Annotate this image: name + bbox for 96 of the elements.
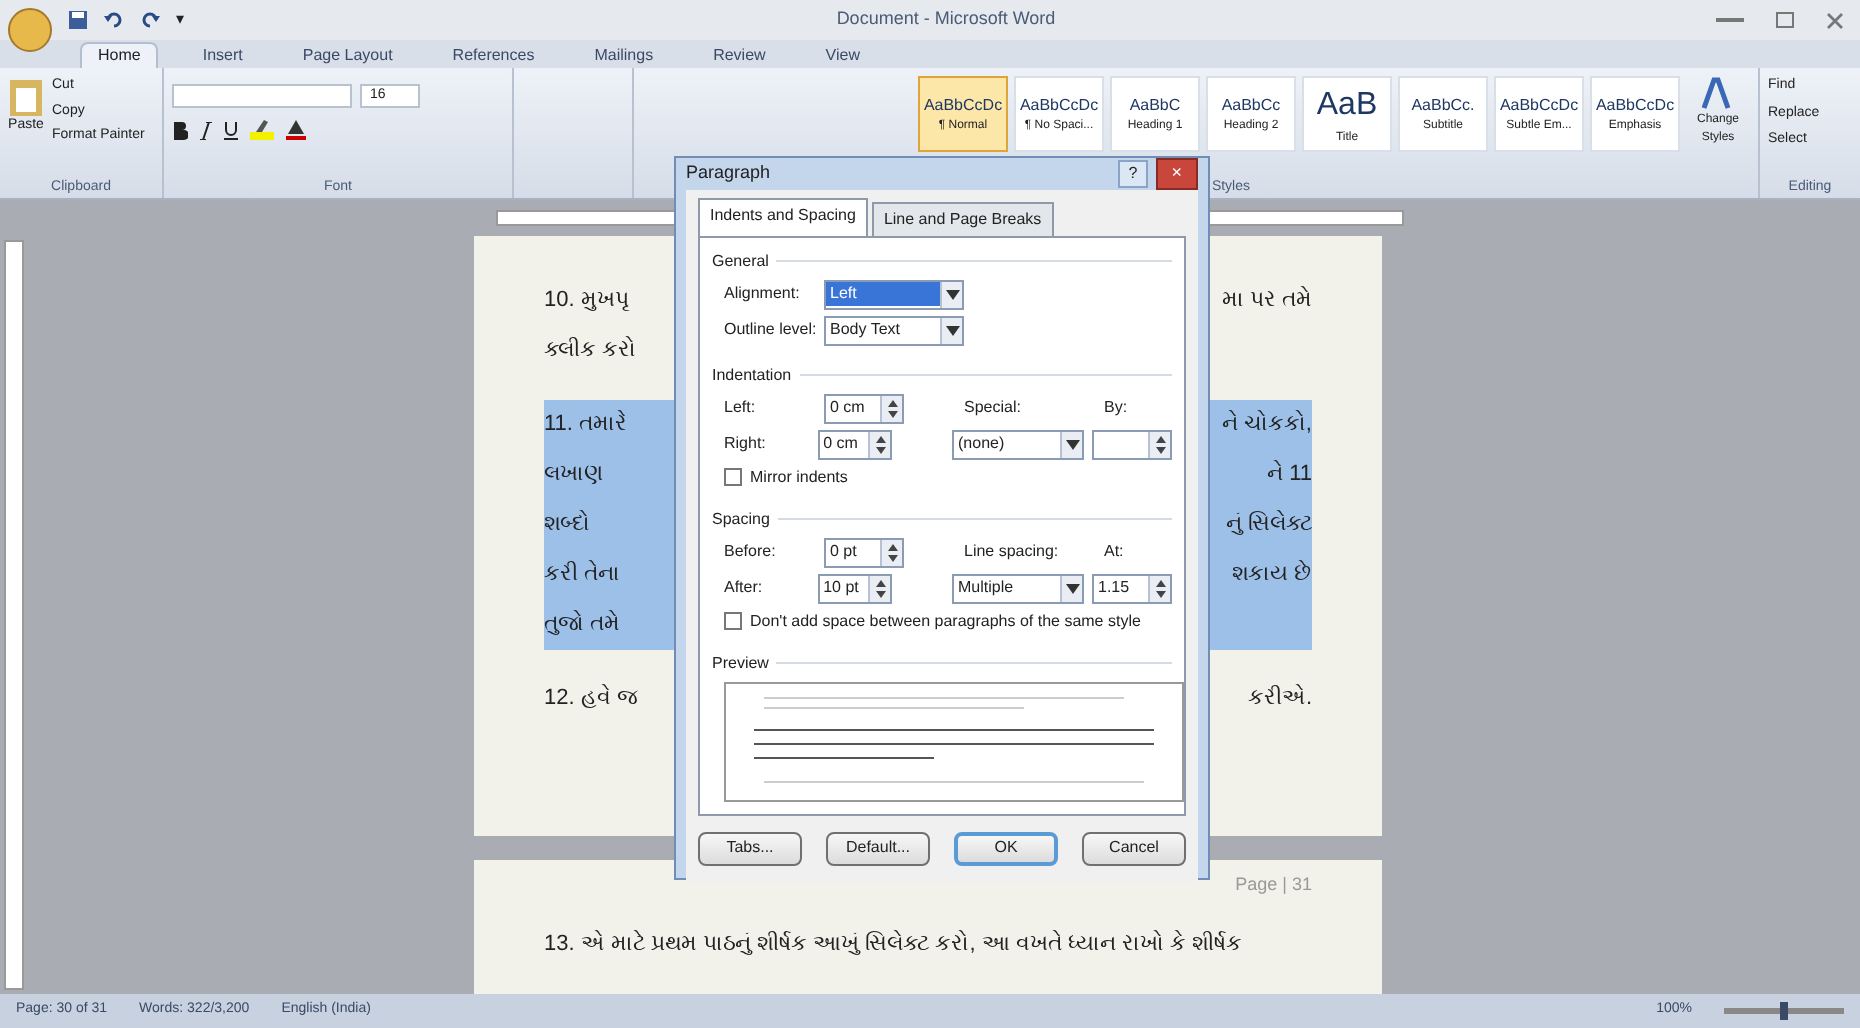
field-label: Outline level: <box>724 318 819 342</box>
alignment-dropdown[interactable]: Left <box>824 279 964 309</box>
save-icon[interactable] <box>68 10 88 30</box>
dropdown-arrow-icon <box>945 325 959 335</box>
underline-icon[interactable] <box>224 121 238 139</box>
spinner-icon <box>875 579 885 597</box>
document-text: કરી તેના <box>544 558 621 591</box>
document-text: 12. હવે જ <box>544 682 637 715</box>
document-text: 11. તમારે <box>544 408 628 441</box>
indent-left-spinner[interactable]: 0 cm <box>824 393 904 423</box>
field-label: Line spacing: <box>964 540 1061 564</box>
customize-toolbar-button[interactable]: ▾ <box>176 8 184 32</box>
page-number: Page | 31 <box>1235 872 1312 898</box>
special-dropdown[interactable]: (none) <box>952 429 1084 459</box>
highlighter-icon[interactable] <box>250 120 274 140</box>
document-text: મા પર તમે <box>1221 284 1312 317</box>
dropdown-arrow-icon <box>945 289 959 299</box>
checkbox[interactable] <box>724 468 742 486</box>
field-label: Alignment: <box>724 282 802 306</box>
undo-icon[interactable] <box>104 10 124 30</box>
dropdown-arrow-icon <box>1065 439 1079 449</box>
by-spinner[interactable] <box>1092 429 1172 459</box>
style-sample: AaBbCc. <box>1411 93 1475 117</box>
font-name-field[interactable] <box>172 84 352 108</box>
style-sample: AaBbCcDc <box>923 93 1003 117</box>
spinner-icon <box>887 543 897 561</box>
office-button[interactable] <box>8 8 52 52</box>
field-label: At: <box>1104 540 1124 564</box>
style-sample: AaBbCcDc <box>1499 93 1579 117</box>
field-label: Special: <box>964 396 1023 420</box>
spacing-after-spinner[interactable]: 10 pt <box>817 573 892 603</box>
dropdown-arrow-icon <box>1065 583 1079 593</box>
italic-icon[interactable] <box>200 121 212 139</box>
spinner-icon <box>887 399 897 417</box>
document-text: ને 11 <box>1267 458 1312 491</box>
dialog-title: Paragraph <box>686 160 773 186</box>
outline-level-dropdown[interactable]: Body Text <box>824 315 964 345</box>
zoom-slider[interactable] <box>1724 1008 1844 1014</box>
at-spinner[interactable]: 1.15 <box>1092 573 1172 603</box>
ribbon-tab[interactable]: Home <box>80 42 159 68</box>
document-text: 13. એ માટે પ્રથમ પાઠનું શીર્ષક આખું સિલેક્ટ કરો, આ વખતે ધ્યાન રાખો કે શીર્ષક <box>544 928 1245 959</box>
document-text: કરીએ. <box>1247 682 1312 715</box>
ribbon-tab[interactable]: Insert <box>186 42 259 68</box>
close-button[interactable]: × <box>1155 158 1198 189</box>
document-text: ને ચોકકો, <box>1221 408 1312 441</box>
clipboard-icon <box>8 76 44 116</box>
help-button[interactable]: ? <box>1118 159 1148 188</box>
maximize-button[interactable] <box>1776 12 1794 28</box>
spinner-icon <box>875 435 885 453</box>
ribbon-tab[interactable]: References <box>436 42 551 68</box>
document-text: નું સિલેક્ટ <box>1225 508 1312 541</box>
section-heading: Indentation <box>712 363 792 387</box>
checkbox[interactable] <box>724 612 742 630</box>
spacing-before-spinner[interactable]: 0 pt <box>824 537 904 567</box>
style-sample: AaBbC <box>1129 93 1181 117</box>
close-icon[interactable] <box>1826 11 1844 29</box>
section-heading: Spacing <box>712 507 770 531</box>
ribbon-tab[interactable]: View <box>809 42 876 68</box>
font-color-icon[interactable] <box>286 120 306 140</box>
line-spacing-dropdown[interactable]: Multiple <box>952 573 1084 603</box>
dialog-button[interactable]: Default... <box>826 831 930 865</box>
slider-thumb[interactable] <box>1780 1002 1788 1020</box>
document-text: શબ્દો <box>544 508 590 541</box>
dialog-button[interactable]: OK <box>954 831 1058 865</box>
section-heading: Preview <box>712 651 769 675</box>
bold-icon[interactable] <box>172 121 188 139</box>
style-sample: AaB <box>1316 85 1378 125</box>
style-sample: AaBbCcDc <box>1019 93 1099 117</box>
dialog-button[interactable]: Tabs... <box>698 831 802 865</box>
spinner-icon <box>1155 579 1165 597</box>
dialog-tab[interactable]: Line and Page Breaks <box>871 201 1054 235</box>
field-label: After: <box>724 576 765 600</box>
dialog-button[interactable]: Cancel <box>1082 831 1186 865</box>
style-sample: AaBbCc <box>1221 93 1281 117</box>
field-label: By: <box>1104 396 1128 420</box>
ribbon-tab[interactable]: Review <box>697 42 782 68</box>
document-text: ક્લીક કરો <box>544 334 637 367</box>
styles-letters-icon <box>1700 76 1736 112</box>
document-text: 10. મુખપૃ <box>544 286 629 317</box>
redo-icon[interactable] <box>140 10 160 30</box>
field-label: Left: <box>724 396 758 420</box>
section-heading: General <box>712 249 769 273</box>
checkbox-label: Mirror indents <box>750 465 848 489</box>
document-text: લખાણ <box>544 460 604 491</box>
document-text: શકાય છે <box>1231 558 1312 591</box>
window-title: Document - Microsoft Word <box>834 6 1058 33</box>
document-text: તુજો તમે <box>544 608 621 641</box>
indent-right-spinner[interactable]: 0 cm <box>817 429 892 459</box>
field-label: Before: <box>724 540 778 564</box>
spinner-icon <box>1155 435 1165 453</box>
ribbon-tab[interactable]: Mailings <box>578 42 670 68</box>
style-sample: AaBbCcDc <box>1595 93 1675 117</box>
ribbon-tab[interactable]: Page Layout <box>286 42 409 68</box>
field-label: Right: <box>724 432 768 456</box>
checkbox-label: Don't add space between paragraphs of the same style <box>750 609 1141 633</box>
dialog-tab[interactable]: Indents and Spacing <box>698 197 868 235</box>
